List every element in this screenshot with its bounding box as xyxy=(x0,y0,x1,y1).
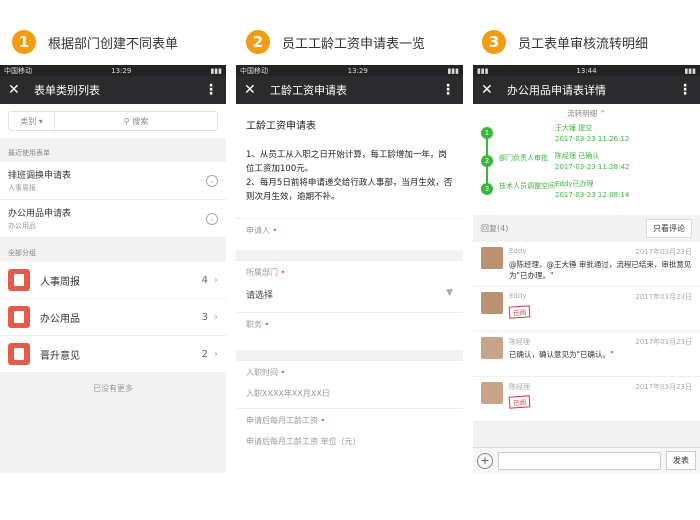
form-icon xyxy=(8,306,30,328)
track-header: 流转明细 xyxy=(567,109,598,118)
group-label: 人事周报 xyxy=(40,276,80,288)
chevron-right-icon: › xyxy=(214,348,218,360)
rule-1: 1、从员工从入职之日开始计算，每工龄增加一年，岗位工资加100元。 xyxy=(246,150,447,174)
step-title: 根据部门创建不同表单 xyxy=(48,36,179,52)
status-bar: ▮▮▮ 13:44 ▮▮▮ xyxy=(473,65,700,76)
step-number: 2 xyxy=(246,30,270,54)
step-number: 1 xyxy=(12,30,36,54)
more-icon[interactable]: ⋮ xyxy=(441,82,455,98)
step-number: 3 xyxy=(482,30,506,54)
track-step: 2 部门负责人审批 陈经理 已确认 2017-03-23 11:28:42 xyxy=(481,151,692,179)
dept-select[interactable]: 所属部门 • 请选择 ▼ xyxy=(236,260,463,312)
avatar xyxy=(481,337,503,359)
phone-approval-detail: ▮▮▮ 13:44 ▮▮▮ ✕ 办公用品申请表详情 ⋮ 流转明细 ^ 1 王大锤… xyxy=(473,65,700,473)
comment: Eddy 2017年03月23日 已阅 xyxy=(473,287,700,332)
post-field[interactable]: 职务 • xyxy=(236,312,463,350)
item-sub: 办公用品 xyxy=(8,222,36,230)
reply-header: 回复(4) 只看评论 xyxy=(473,215,700,242)
step-title: 员工工龄工资申请表一览 xyxy=(282,36,426,52)
group-count: 4 xyxy=(201,274,208,286)
comment: 陈经理 2017年03月23日 已确认，确认意见为"已确认。" xyxy=(473,332,700,377)
comment: Eddy 2017年03月23日 @陈经理，@王大锤 审批通过，流程已结束，审批意… xyxy=(473,242,700,287)
clock: 13:29 xyxy=(347,66,368,75)
plus-icon[interactable]: + xyxy=(477,452,493,469)
status-bar: 中国移动 13:29 ▮▮▮ xyxy=(0,65,226,76)
comment-input[interactable] xyxy=(498,451,661,470)
track-step: 3 技术人员调整空间 Eddy已办理 2017-03-23 12:08:14 xyxy=(481,179,692,207)
form-intro: 工龄工资申请表 1、从员工从入职之日开始计算，每工龄增加一年，岗位工资加100元… xyxy=(236,104,463,218)
read-stamp: 已阅 xyxy=(508,305,531,319)
close-icon[interactable]: ✕ xyxy=(8,82,34,98)
entry-date-field[interactable]: 入职时间 • 入职XXXX年XX月XX日 xyxy=(236,360,463,408)
approval-track: 流转明细 ^ 1 王大锤 提交 2017-03-23 11:26:12 2 部门负… xyxy=(473,104,700,215)
step-3: 3 员工表单审核流转明细 xyxy=(482,30,648,54)
battery-icon: ▮▮▮ xyxy=(684,66,696,75)
nav-bar: ✕ 工龄工资申请表 ⋮ xyxy=(236,76,463,104)
section-label: 最近使用表单 xyxy=(8,149,50,157)
chevron-down-icon[interactable]: ⌄ xyxy=(206,175,218,187)
form-icon xyxy=(8,269,30,291)
status-bar: 中国移动 13:29 ▮▮▮ xyxy=(236,65,463,76)
track-step: 1 王大锤 提交 2017-03-23 11:26:12 xyxy=(481,123,692,151)
search-icon: ⚲ xyxy=(123,116,130,126)
step-1: 1 根据部门创建不同表单 xyxy=(12,30,178,54)
battery-icon: ▮▮▮ xyxy=(447,66,459,75)
phone-wage-form: 中国移动 13:29 ▮▮▮ ✕ 工龄工资申请表 ⋮ 工龄工资申请表 1、从员工… xyxy=(236,65,463,473)
group-label: 晋升意见 xyxy=(40,350,80,362)
nav-bar: ✕ 办公用品申请表详情 ⋮ xyxy=(473,76,700,104)
nav-bar: ✕ 表单类别列表 ⋮ xyxy=(0,76,226,104)
comment-bar: + 发表 xyxy=(473,447,700,473)
item-title: 办公用品申请表 xyxy=(8,209,72,219)
battery-icon: ▮▮▮ xyxy=(210,66,222,75)
close-icon[interactable]: ✕ xyxy=(481,82,507,98)
search-bar: 类别 ▾ ⚲ 搜索 xyxy=(0,104,226,138)
group-label: 办公用品 xyxy=(40,313,80,325)
applicant-field[interactable]: 申请人 • xyxy=(236,218,463,250)
rule-2: 2、每月5日前将申请递交给行政人事部，当月生效，否则次月生效，逾期不补。 xyxy=(246,178,453,202)
carrier: 中国移动 xyxy=(240,66,268,75)
dropdown-arrow-icon: ▼ xyxy=(446,288,453,298)
section-label: 全部分组 xyxy=(8,249,36,257)
list-end: 已没有更多 xyxy=(93,384,133,393)
page-title: 办公用品申请表详情 xyxy=(507,84,606,97)
category-filter[interactable]: 类别 ▾ xyxy=(9,112,55,130)
send-button[interactable]: 发表 xyxy=(666,451,696,470)
step-2: 2 员工工龄工资申请表一览 xyxy=(246,30,425,54)
reply-count: 回复(4) xyxy=(481,224,509,233)
comments-only-button[interactable]: 只看评论 xyxy=(646,219,692,238)
close-icon[interactable]: ✕ xyxy=(244,82,270,98)
group-item[interactable]: 办公用品 3 › xyxy=(0,299,226,336)
wage-field[interactable]: 申请后每月工龄工资 • 申请后每月工龄工资 单位（元） xyxy=(236,408,463,456)
chevron-right-icon: › xyxy=(214,311,218,323)
list-item[interactable]: 排班调换申请表 人事周报 ⌄ xyxy=(0,162,226,200)
comment: 陈经理 2017年03月23日 已阅 xyxy=(473,377,700,422)
more-icon[interactable]: ⋮ xyxy=(204,82,218,98)
avatar xyxy=(481,382,503,404)
carrier: 中国移动 xyxy=(4,66,32,75)
form-title: 工龄工资申请表 xyxy=(246,121,316,132)
clock: 13:29 xyxy=(111,66,132,75)
group-count: 3 xyxy=(201,311,208,323)
page-title: 工龄工资申请表 xyxy=(270,84,347,97)
form-icon xyxy=(8,343,30,365)
item-sub: 人事周报 xyxy=(8,184,36,192)
chevron-right-icon: › xyxy=(214,274,218,286)
chevron-down-icon[interactable]: ⌄ xyxy=(206,213,218,225)
group-item[interactable]: 人事周报 4 › xyxy=(0,262,226,299)
more-icon[interactable]: ⋮ xyxy=(678,82,692,98)
item-title: 排班调换申请表 xyxy=(8,171,72,181)
clock: 13:44 xyxy=(576,66,597,75)
group-item[interactable]: 晋升意见 2 › xyxy=(0,336,226,373)
page-title: 表单类别列表 xyxy=(34,84,100,97)
search-input[interactable]: ⚲ 搜索 xyxy=(55,116,217,127)
avatar xyxy=(481,247,503,269)
list-item[interactable]: 办公用品申请表 办公用品 ⌄ xyxy=(0,200,226,238)
read-stamp: 已阅 xyxy=(508,395,531,409)
avatar xyxy=(481,292,503,314)
group-count: 2 xyxy=(201,348,208,360)
step-title: 员工表单审核流转明细 xyxy=(518,36,649,52)
phone-form-categories: 中国移动 13:29 ▮▮▮ ✕ 表单类别列表 ⋮ 类别 ▾ ⚲ 搜索 最近使用… xyxy=(0,65,226,473)
